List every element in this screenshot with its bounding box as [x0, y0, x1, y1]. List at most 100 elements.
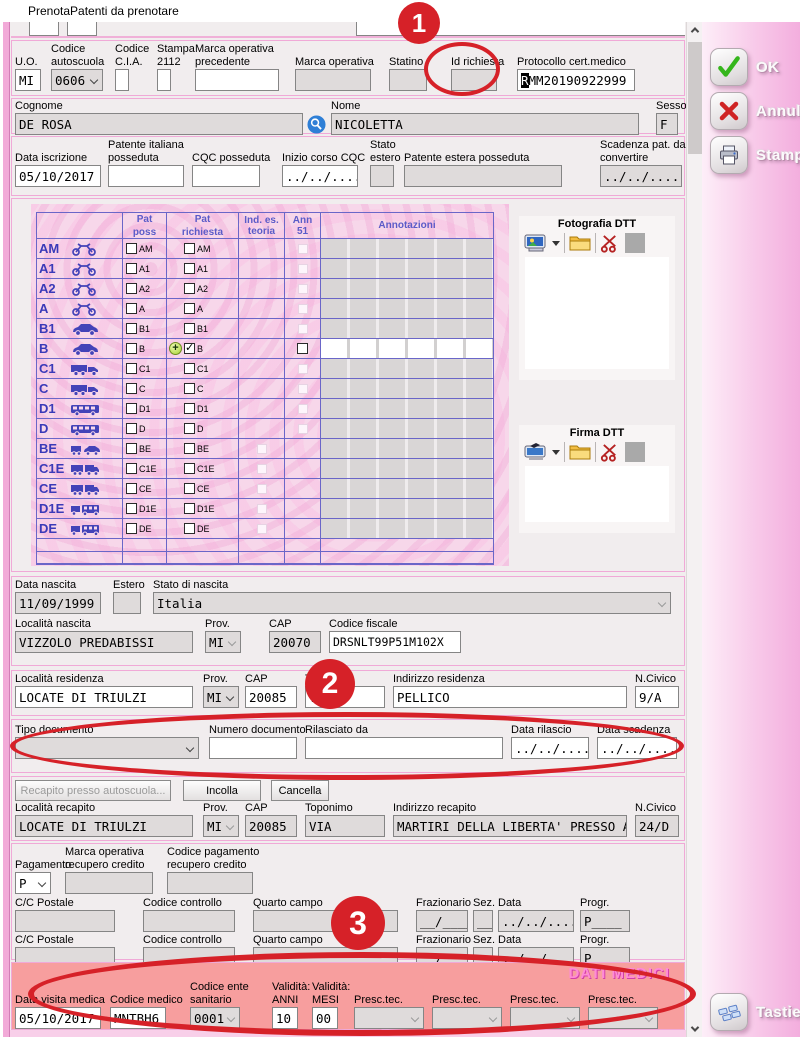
- cqc-posseduta-field[interactable]: [192, 165, 260, 187]
- localita-residenza-field[interactable]: LOCATE DI TRIULZI: [15, 686, 193, 708]
- codice-medico-field[interactable]: MNTBH6: [110, 1007, 166, 1029]
- cut-signature-icon[interactable]: [600, 443, 621, 462]
- pat-poss-checkbox[interactable]: [126, 463, 137, 474]
- pat-poss-checkbox[interactable]: [126, 363, 137, 374]
- tastiera-button[interactable]: [710, 993, 748, 1031]
- rilasciato-da-field[interactable]: [305, 737, 503, 759]
- localita-nascita-label: Località nascita: [15, 618, 193, 630]
- pat-richiesta-checkbox[interactable]: [184, 263, 195, 274]
- pat-poss-checkbox[interactable]: [126, 443, 137, 454]
- pat-poss-checkbox[interactable]: [126, 263, 137, 274]
- scadenza-pat-label2: convertire: [600, 152, 682, 164]
- validita-mesi-field[interactable]: 00: [312, 1007, 338, 1029]
- tipo-documento-combo[interactable]: [15, 737, 199, 759]
- stampa-button[interactable]: [710, 136, 748, 174]
- ok-button[interactable]: [710, 48, 748, 86]
- sez-field: __: [473, 910, 493, 932]
- pat-poss-checkbox[interactable]: [126, 523, 137, 534]
- sez-label: Sez.: [473, 934, 493, 946]
- pat-poss-checkbox[interactable]: [126, 343, 137, 354]
- pat-poss-checkbox[interactable]: [126, 283, 137, 294]
- pat-richiesta-checkbox[interactable]: [184, 483, 195, 494]
- pat-poss-checkbox[interactable]: [126, 423, 137, 434]
- pat-richiesta-checkbox-checked[interactable]: [184, 343, 195, 354]
- pat-richiesta-checkbox[interactable]: [184, 463, 195, 474]
- ann51-checkbox[interactable]: [297, 343, 308, 354]
- pat-richiesta-checkbox[interactable]: [184, 383, 195, 394]
- localita-residenza-label: Località residenza: [15, 673, 193, 685]
- presc-tec-combo: [588, 1007, 658, 1029]
- data-scadenza-field[interactable]: ../../....: [597, 737, 677, 759]
- pat-richiesta-checkbox[interactable]: [184, 403, 195, 414]
- acquire-signature-icon[interactable]: [524, 442, 548, 462]
- empty-grid-row: [37, 538, 493, 551]
- indirizzo-residenza-field[interactable]: PELLICO: [393, 686, 627, 708]
- civico-residenza-field[interactable]: 9/A: [635, 686, 679, 708]
- data-pagamento-field: ../../....: [498, 910, 574, 932]
- localita-recapito-label: Località recapito: [15, 802, 193, 814]
- separator: [595, 233, 596, 253]
- numero-documento-field[interactable]: [209, 737, 297, 759]
- search-icon[interactable]: [307, 115, 326, 134]
- pagamento-combo[interactable]: P: [15, 872, 51, 894]
- patente-estera-field: [404, 165, 562, 187]
- codice-cia-field[interactable]: [115, 69, 129, 91]
- recapito-autoscuola-button: Recapito presso autoscuola...: [15, 780, 171, 801]
- inizio-corso-cqc-field[interactable]: ../../....: [282, 165, 358, 187]
- plus-icon[interactable]: +: [169, 342, 182, 355]
- pat-richiesta-checkbox[interactable]: [184, 503, 195, 514]
- pat-richiesta-checkbox[interactable]: [184, 323, 195, 334]
- patente-italiana-field[interactable]: [108, 165, 184, 187]
- pat-richiesta-checkbox[interactable]: [184, 443, 195, 454]
- pat-richiesta-checkbox[interactable]: [184, 523, 195, 534]
- open-folder-icon[interactable]: [569, 443, 591, 461]
- civico-recapito-label: N.Civico: [635, 802, 679, 814]
- scroll-up-button[interactable]: [687, 22, 703, 38]
- pat-richiesta-checkbox[interactable]: [184, 243, 195, 254]
- data-visita-medica-field[interactable]: 05/10/2017: [15, 1007, 101, 1029]
- uo-field[interactable]: MI: [15, 69, 41, 91]
- pat-poss-checkbox[interactable]: [126, 403, 137, 414]
- cancella-button[interactable]: Cancella: [271, 780, 329, 801]
- annulla-button[interactable]: [710, 92, 748, 130]
- incolla-button[interactable]: Incolla: [183, 780, 261, 801]
- acquire-photo-icon[interactable]: [524, 233, 548, 253]
- scrollbar-thumb[interactable]: [688, 42, 702, 154]
- color-swatch[interactable]: [625, 442, 645, 462]
- validita-anni-field[interactable]: 10: [272, 1007, 298, 1029]
- pat-poss-checkbox[interactable]: [126, 483, 137, 494]
- pat-poss-checkbox[interactable]: [126, 243, 137, 254]
- pat-richiesta-checkbox[interactable]: [184, 303, 195, 314]
- vertical-scrollbar[interactable]: [686, 22, 702, 1037]
- license-row-d1: D1 D1 D1: [37, 398, 493, 418]
- dropdown-arrow-icon[interactable]: [552, 450, 560, 455]
- color-swatch[interactable]: [625, 233, 645, 253]
- pat-richiesta-checkbox[interactable]: [184, 363, 195, 374]
- protocollo-field[interactable]: RMM20190922999: [517, 69, 635, 91]
- marca-operativa-label: Marca operativa: [295, 56, 371, 68]
- pat-richiesta-checkbox[interactable]: [184, 283, 195, 294]
- codice-fiscale-field[interactable]: DRSNLT99P51M102X: [329, 631, 461, 653]
- codice-autoscuola-combo[interactable]: 0606: [51, 69, 103, 91]
- cut-photo-icon[interactable]: [600, 234, 621, 253]
- data-iscrizione-field[interactable]: 05/10/2017: [15, 165, 101, 187]
- marca-precedente-field[interactable]: [195, 69, 279, 91]
- data-rilascio-field[interactable]: ../../....: [511, 737, 589, 759]
- truck-trailer-icon: [69, 482, 101, 496]
- prov-residenza-combo[interactable]: MI: [203, 686, 239, 708]
- dropdown-arrow-icon[interactable]: [552, 241, 560, 246]
- marca-recupero-label2: recupero credito: [65, 859, 153, 871]
- pat-poss-checkbox[interactable]: [126, 323, 137, 334]
- pat-poss-checkbox[interactable]: [126, 383, 137, 394]
- license-row-de: DE DE DE: [37, 518, 493, 538]
- scroll-down-button[interactable]: [687, 1021, 703, 1037]
- license-grid: Patposs Patrichiesta Ind. es.teoria Ann5…: [36, 212, 494, 565]
- open-folder-icon[interactable]: [569, 234, 591, 252]
- pat-poss-checkbox[interactable]: [126, 303, 137, 314]
- pat-richiesta-checkbox[interactable]: [184, 423, 195, 434]
- pat-poss-checkbox[interactable]: [126, 503, 137, 514]
- cap-residenza-field[interactable]: 20085: [245, 686, 297, 708]
- stampa-2112-field[interactable]: [157, 69, 171, 91]
- annotazioni-cells-active[interactable]: [321, 339, 493, 358]
- partial-top-row: [11, 22, 685, 38]
